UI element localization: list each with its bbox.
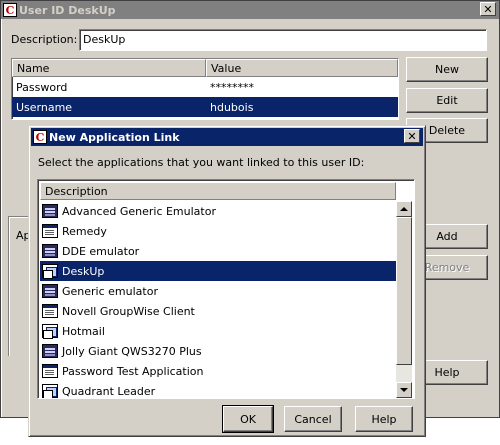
scroll-up-button[interactable] — [396, 201, 412, 217]
dialog-title: New Application Link — [49, 130, 180, 144]
list-item[interactable]: Quadrant Leader — [40, 381, 396, 398]
dialog-title-bar[interactable]: C New Application Link — [31, 128, 423, 146]
dialog-instruction: Select the applications that you want li… — [38, 156, 365, 169]
grid-cell-value: ******** — [210, 80, 254, 94]
down-arrow-icon — [400, 388, 408, 392]
up-arrow-icon — [400, 207, 408, 211]
list-item[interactable]: Jolly Giant QWS3270 Plus — [40, 341, 396, 361]
list-item[interactable]: DDE emulator — [40, 241, 396, 261]
stacked-windows-icon — [42, 384, 58, 398]
description-field[interactable]: DeskUp — [79, 29, 487, 51]
list-header-description[interactable]: Description — [40, 182, 396, 200]
application-list-items: Advanced Generic Emulator Remedy DDE emu… — [40, 201, 396, 398]
dialog-close-button[interactable]: ✕ — [404, 129, 420, 143]
list-item[interactable]: Generic emulator — [40, 281, 396, 301]
app-logo-icon: C — [33, 130, 47, 144]
list-item[interactable]: DeskUp — [40, 261, 396, 281]
edit-button[interactable]: Edit — [406, 88, 488, 113]
stacked-windows-icon — [42, 324, 58, 339]
close-icon: ✕ — [483, 2, 493, 16]
description-value: DeskUp — [83, 33, 126, 46]
window-icon — [42, 304, 58, 318]
scroll-down-button[interactable] — [396, 382, 412, 398]
grid-header-row: Name Value — [12, 59, 398, 77]
list-scrollbar[interactable] — [396, 201, 412, 398]
list-item[interactable]: Password Test Application — [40, 361, 396, 381]
window-icon — [42, 224, 58, 238]
grid-cell-value: hdubois — [210, 100, 254, 114]
list-item[interactable]: Remedy — [40, 221, 396, 241]
terminal-icon — [42, 244, 58, 258]
terminal-icon — [42, 344, 58, 358]
terminal-icon — [42, 284, 58, 298]
grid-cell-name: Password — [16, 80, 68, 94]
column-header-value[interactable]: Value — [206, 59, 398, 77]
main-title-bar[interactable]: C User ID DeskUp — [1, 1, 499, 19]
dialog-help-button[interactable]: Help — [355, 406, 413, 432]
attribute-grid: Name Value Password ******** Username hd… — [11, 58, 399, 120]
description-label: Description: — [11, 33, 78, 46]
ok-button[interactable]: OK — [222, 405, 274, 433]
stacked-windows-icon — [42, 264, 58, 279]
column-header-name[interactable]: Name — [12, 59, 206, 77]
grid-row-password[interactable]: Password ******** — [12, 77, 398, 97]
new-button[interactable]: New — [406, 57, 488, 82]
terminal-icon — [42, 204, 58, 218]
window-icon — [42, 364, 58, 378]
list-item[interactable]: Novell GroupWise Client — [40, 301, 396, 321]
grid-cell-name: Username — [16, 100, 73, 114]
close-icon: ✕ — [407, 129, 417, 143]
scroll-thumb[interactable] — [396, 217, 412, 365]
list-item[interactable]: Hotmail — [40, 321, 396, 341]
cancel-button[interactable]: Cancel — [284, 406, 342, 432]
application-list[interactable]: Description Advanced Generic Emulator Re… — [37, 179, 415, 399]
main-window-title: User ID DeskUp — [19, 3, 116, 17]
main-close-button[interactable]: ✕ — [480, 2, 496, 16]
grid-row-username[interactable]: Username hdubois — [12, 97, 398, 117]
list-item[interactable]: Advanced Generic Emulator — [40, 201, 396, 221]
app-logo-icon: C — [3, 3, 17, 17]
